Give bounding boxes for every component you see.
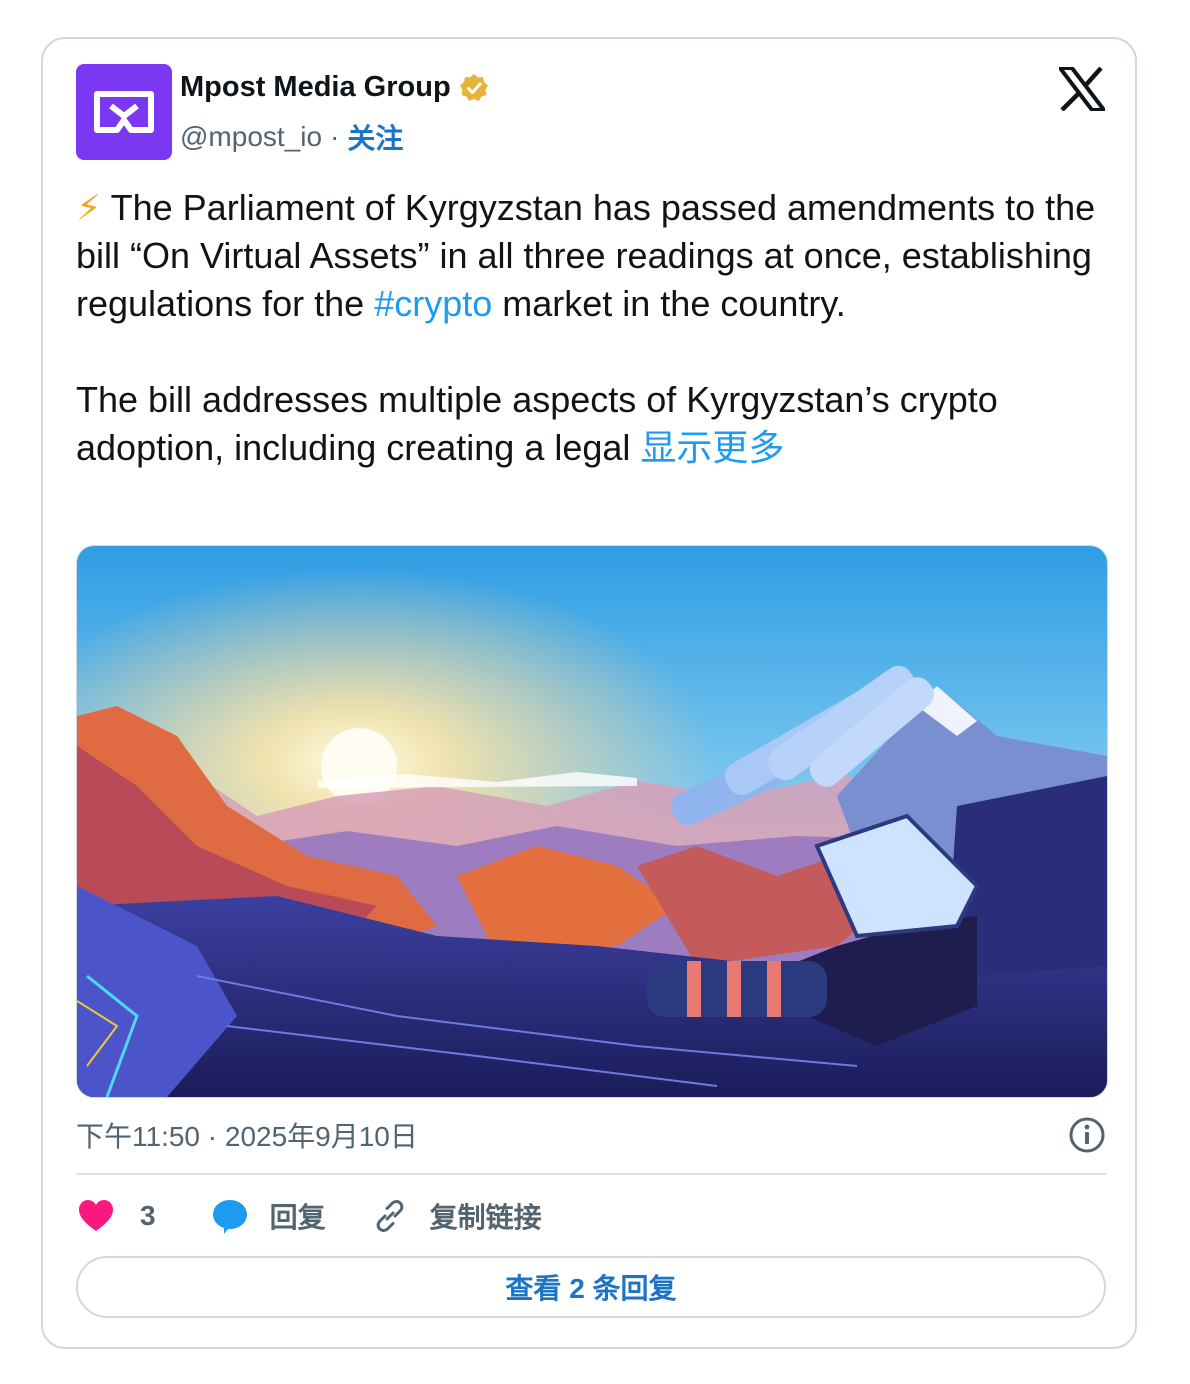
copy-link-label: 复制链接: [429, 1202, 542, 1233]
reply-button[interactable]: 回复: [210, 1196, 370, 1236]
divider: [76, 1173, 1106, 1175]
verified-badge-icon: [459, 73, 489, 103]
show-more-link[interactable]: 显示更多: [640, 427, 784, 468]
heart-icon: [76, 1196, 116, 1236]
author-name-row[interactable]: Mpost Media Group: [180, 71, 489, 104]
meta-row: 下午11:50 · 2025年9月10日: [76, 1115, 1106, 1155]
hashtag-link[interactable]: #crypto: [374, 283, 492, 324]
tweet-text: ⚡ The Parliament of Kyrgyzstan has passe…: [76, 184, 1116, 472]
reply-bubble-icon: [210, 1196, 250, 1236]
copy-link-button[interactable]: 复制链接: [370, 1196, 542, 1236]
info-icon[interactable]: [1068, 1116, 1106, 1154]
action-bar: 3 回复 复制链接: [76, 1195, 542, 1237]
tweet-text-part: The bill addresses multiple aspects of K…: [76, 379, 998, 468]
view-replies-button[interactable]: 查看 2 条回复: [76, 1256, 1106, 1318]
tweet-card: Mpost Media Group @mpost_io · 关注 ⚡ The P…: [41, 37, 1137, 1349]
separator-dot: ·: [330, 121, 340, 152]
mpost-logo-icon: [94, 91, 154, 133]
like-button[interactable]: 3: [76, 1196, 210, 1236]
like-count: 3: [140, 1200, 156, 1231]
author-name[interactable]: Mpost Media Group: [180, 71, 451, 104]
robot-hand-landscape-image: [77, 546, 1107, 1097]
link-icon: [370, 1196, 410, 1236]
handle-row: @mpost_io · 关注: [180, 117, 403, 157]
tweet-paragraph-2: The bill addresses multiple aspects of K…: [76, 376, 1116, 472]
lightning-emoji-icon: ⚡: [76, 187, 102, 228]
timestamp[interactable]: 下午11:50 · 2025年9月10日: [76, 1115, 418, 1155]
tweet-image[interactable]: [76, 545, 1108, 1098]
reply-label: 回复: [269, 1202, 326, 1233]
author-handle[interactable]: @mpost_io: [180, 121, 322, 153]
x-logo-icon[interactable]: [1055, 66, 1109, 112]
tweet-paragraph-1: ⚡ The Parliament of Kyrgyzstan has passe…: [76, 184, 1116, 328]
avatar[interactable]: [76, 64, 172, 160]
tweet-text-part: market in the country.: [492, 283, 846, 324]
follow-button[interactable]: 关注: [347, 117, 403, 157]
